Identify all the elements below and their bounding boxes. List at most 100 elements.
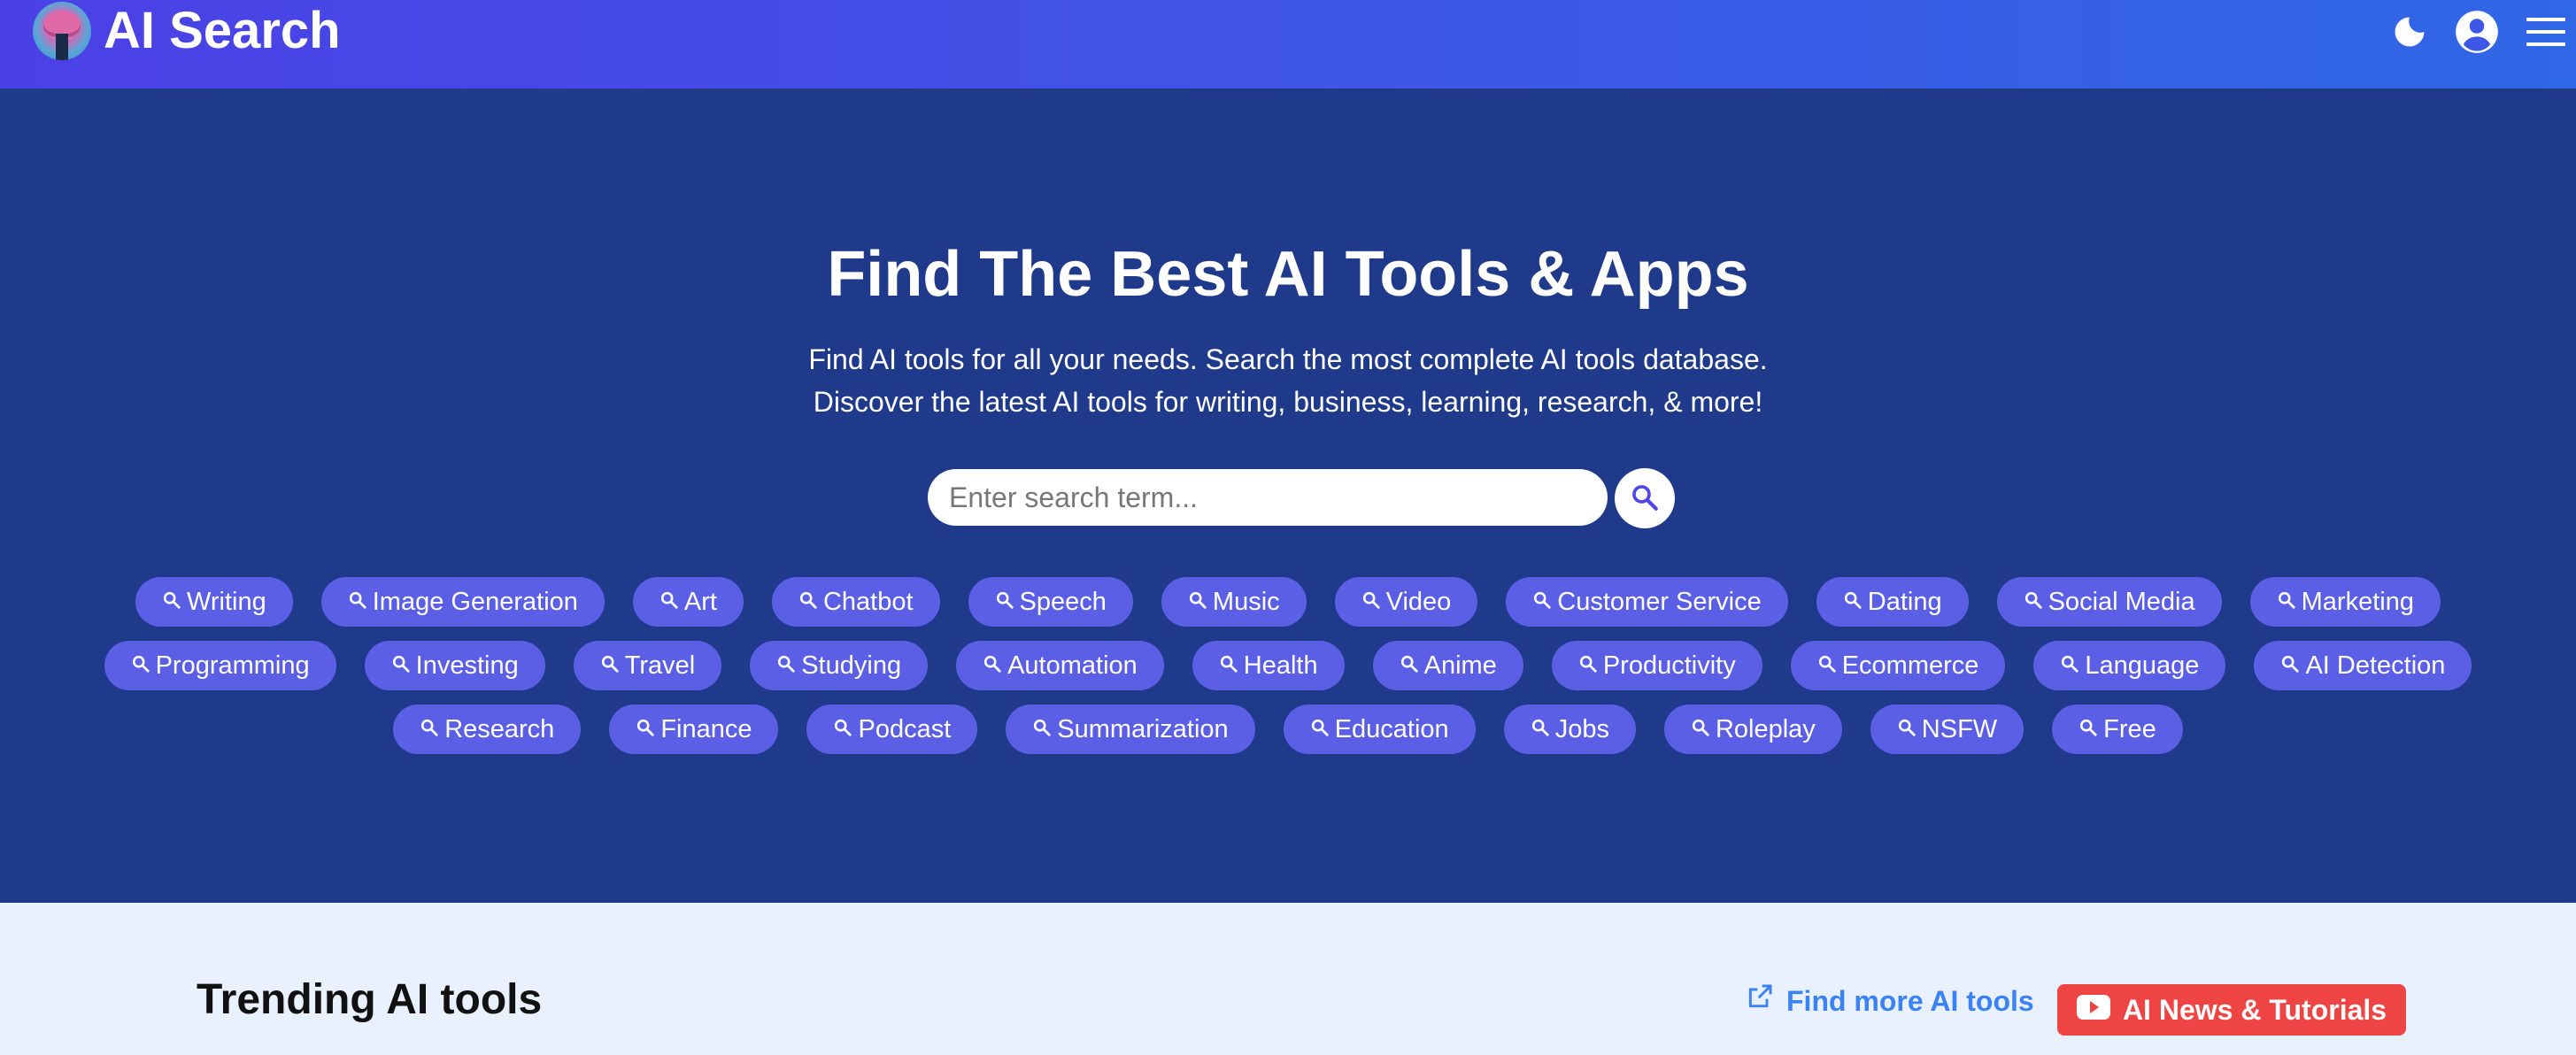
find-more-label: Find more AI tools	[1786, 984, 2034, 1017]
menu-icon[interactable]	[2521, 7, 2571, 57]
category-tag-label: Programming	[155, 651, 310, 680]
category-tag-research[interactable]: Research	[393, 705, 582, 754]
category-tag-roleplay[interactable]: Roleplay	[1663, 705, 1842, 754]
trending-section: Trending AI tools Find more AI tools AI …	[0, 903, 2576, 1055]
hero-section: Find The Best AI Tools & Apps Find AI to…	[0, 89, 2576, 903]
search-icon	[776, 651, 796, 681]
category-tag-studying[interactable]: Studying	[750, 641, 929, 690]
category-tag-label: Chatbot	[822, 587, 914, 616]
category-tag-summarization[interactable]: Summarization	[1006, 705, 1255, 754]
category-tag-label: Health	[1243, 651, 1318, 680]
search-icon	[995, 588, 1014, 617]
search-icon	[2024, 588, 2043, 617]
search-icon	[1032, 715, 1052, 744]
search-icon	[1532, 588, 1552, 617]
hero-subtitle-line-1: Find AI tools for all your needs. Search…	[808, 343, 1768, 375]
search-icon	[1188, 588, 1207, 617]
category-tag-label: Research	[444, 714, 555, 743]
category-tag-image-generation[interactable]: Image Generation	[320, 577, 605, 627]
category-tag-label: Art	[683, 587, 717, 616]
category-tag-anime[interactable]: Anime	[1372, 641, 1523, 690]
category-tag-label: Investing	[415, 651, 519, 680]
category-tag-label: AI Detection	[2305, 651, 2446, 680]
search-icon	[1691, 715, 1710, 744]
category-tag-label: NSFW	[1921, 714, 1998, 743]
category-tag-health[interactable]: Health	[1192, 641, 1345, 690]
category-tag-music[interactable]: Music	[1161, 577, 1307, 627]
category-tag-label: Finance	[660, 714, 752, 743]
news-tutorials-button[interactable]: AI News & Tutorials	[2057, 984, 2406, 1036]
search-button[interactable]	[1615, 468, 1675, 528]
search-icon	[2079, 715, 2098, 744]
category-tag-label: Ecommerce	[1841, 651, 1979, 680]
page-title: Find The Best AI Tools & Apps	[827, 239, 1749, 310]
youtube-icon	[2076, 994, 2110, 1027]
search-icon	[420, 715, 439, 744]
category-tag-label: Speech	[1019, 587, 1107, 616]
search-icon	[391, 651, 411, 681]
search-input[interactable]	[928, 469, 1608, 526]
search-icon	[1578, 651, 1598, 681]
search-icon	[600, 651, 620, 681]
category-tag-label: Marketing	[2301, 587, 2414, 616]
category-tag-label: Customer Service	[1557, 587, 1762, 616]
category-tag-social-media[interactable]: Social Media	[1996, 577, 2222, 627]
moon-icon[interactable]	[2385, 7, 2434, 57]
category-tag-podcast[interactable]: Podcast	[806, 705, 978, 754]
category-tag-writing[interactable]: Writing	[135, 577, 293, 627]
category-tag-row-1: Writing Image Generation Art Chatbot Speech M…	[0, 577, 2576, 627]
category-tag-label: Social Media	[2048, 587, 2195, 616]
category-tag-dating[interactable]: Dating	[1816, 577, 1969, 627]
category-tag-customer-service[interactable]: Customer Service	[1506, 577, 1788, 627]
category-tag-productivity[interactable]: Productivity	[1551, 641, 1762, 690]
hero-subtitle-line-2: Discover the latest AI tools for writing…	[813, 386, 1763, 418]
category-tag-free[interactable]: Free	[2052, 705, 2183, 754]
category-tag-art[interactable]: Art	[632, 577, 744, 627]
search-icon	[1817, 651, 1837, 681]
category-tag-label: Video	[1385, 587, 1452, 616]
search-icon	[798, 588, 818, 617]
search-icon	[1400, 651, 1419, 681]
account-icon[interactable]	[2452, 7, 2502, 57]
search-icon	[1531, 715, 1550, 744]
category-tag-chatbot[interactable]: Chatbot	[771, 577, 940, 627]
find-more-link[interactable]: Find more AI tools	[1746, 982, 2034, 1019]
category-tag-marketing[interactable]: Marketing	[2249, 577, 2441, 627]
category-tag-label: Anime	[1423, 651, 1497, 680]
category-tag-label: Productivity	[1602, 651, 1736, 680]
category-tag-finance[interactable]: Finance	[609, 705, 779, 754]
search-icon	[833, 715, 852, 744]
category-tag-label: Free	[2103, 714, 2156, 743]
logo-icon[interactable]	[33, 2, 91, 60]
category-tag-ai-detection[interactable]: AI Detection	[2254, 641, 2472, 690]
search-icon	[162, 588, 181, 617]
category-tag-row-2: Programming Investing Travel Studying Automa…	[0, 641, 2576, 690]
category-tag-label: Studying	[801, 651, 902, 680]
category-tag-programming[interactable]: Programming	[104, 641, 336, 690]
search-icon	[1843, 588, 1863, 617]
category-tag-automation[interactable]: Automation	[956, 641, 1164, 690]
category-tag-language[interactable]: Language	[2033, 641, 2226, 690]
search-icon	[1361, 588, 1381, 617]
category-tag-travel[interactable]: Travel	[573, 641, 722, 690]
category-tag-label: Image Generation	[372, 587, 578, 616]
site-title[interactable]: AI Search	[104, 2, 341, 60]
category-tag-education[interactable]: Education	[1283, 705, 1476, 754]
category-tag-video[interactable]: Video	[1334, 577, 1478, 627]
section-title: Trending AI tools	[197, 976, 543, 1023]
search-icon	[2280, 651, 2300, 681]
category-tag-row-3: Research Finance Podcast Summarization Educa…	[0, 705, 2576, 754]
category-tag-nsfw[interactable]: NSFW	[1870, 705, 2025, 754]
category-tag-jobs[interactable]: Jobs	[1503, 705, 1636, 754]
search-icon	[2277, 588, 2296, 617]
category-tag-speech[interactable]: Speech	[968, 577, 1133, 627]
category-tag-ecommerce[interactable]: Ecommerce	[1790, 641, 2006, 690]
search-icon	[659, 588, 679, 617]
category-tag-label: Dating	[1867, 587, 1942, 616]
search-icon	[1310, 715, 1330, 744]
category-tag-label: Writing	[187, 587, 266, 616]
category-tag-investing[interactable]: Investing	[364, 641, 545, 690]
category-tag-label: Education	[1334, 714, 1449, 743]
news-tutorials-label: AI News & Tutorials	[2122, 993, 2387, 1026]
category-tag-label: Travel	[624, 651, 696, 680]
